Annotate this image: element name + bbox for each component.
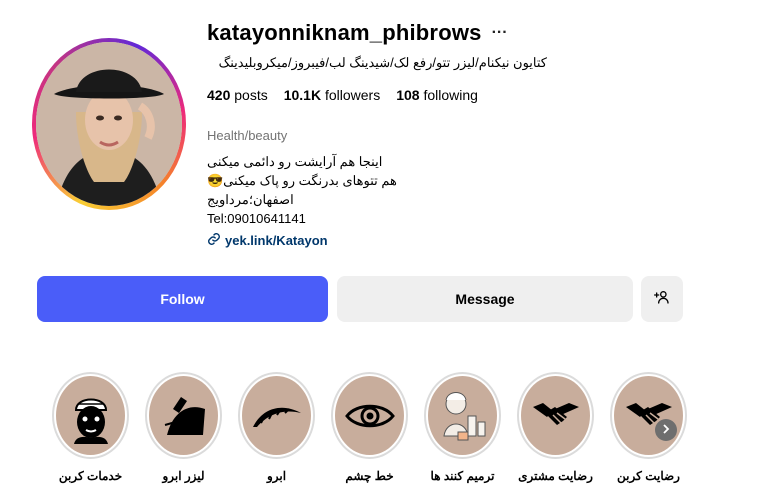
followers-label: followers xyxy=(324,87,381,103)
highlight-label: لیزر ابرو xyxy=(162,469,205,483)
face-mask-icon xyxy=(73,398,108,444)
followers-stat[interactable]: 10.1K followers xyxy=(284,87,381,103)
following-stat[interactable]: 108 following xyxy=(396,87,478,103)
eyebrow-icon xyxy=(252,407,301,427)
avatar[interactable] xyxy=(36,42,182,206)
highlight-item[interactable]: رضایت مشتری xyxy=(515,372,596,483)
add-user-button[interactable] xyxy=(641,276,683,322)
highlight-ring xyxy=(238,372,315,459)
avatar-photo-illustration xyxy=(36,42,182,206)
eye-icon xyxy=(344,404,395,427)
chevron-right-icon xyxy=(661,421,671,439)
highlight-cover xyxy=(242,376,311,455)
highlight-label: ترمیم کنند ها xyxy=(430,469,495,483)
laser-brow-icon xyxy=(164,396,205,435)
highlight-item[interactable]: خط چشم xyxy=(329,372,410,483)
profile-avatar-ring[interactable] xyxy=(32,38,186,210)
highlight-cover xyxy=(521,376,590,455)
highlight-label: رضایت کربن xyxy=(617,469,680,483)
username-row: katayonniknam_phibrows ··· xyxy=(207,18,508,48)
message-button[interactable]: Message xyxy=(337,276,633,322)
highlight-item[interactable]: ترمیم کنند ها xyxy=(422,372,503,483)
highlight-label: رضایت مشتری xyxy=(518,469,593,483)
username: katayonniknam_phibrows xyxy=(207,20,482,45)
following-count: 108 xyxy=(396,87,420,103)
category-label: Health/beauty xyxy=(207,128,288,143)
link-text: yek.link/Katayon xyxy=(225,233,328,248)
highlight-cover xyxy=(56,376,125,455)
bio-link[interactable]: yek.link/Katayon xyxy=(207,232,328,249)
full-name: کتایون نیکنام/لیزر تتو/رفع لک/شیدینگ لب/… xyxy=(218,55,547,70)
highlight-label: خط چشم xyxy=(345,469,394,483)
bio-line: اصفهان؛مرداویج xyxy=(207,192,294,207)
cream-products-icon xyxy=(442,391,485,440)
highlight-ring xyxy=(424,372,501,459)
highlight-ring xyxy=(610,372,687,459)
bio-phone: Tel:09010641141 xyxy=(207,211,306,226)
highlight-cover xyxy=(614,376,683,455)
posts-stat[interactable]: 420 posts xyxy=(207,87,268,103)
highlight-item[interactable]: لیزر ابرو xyxy=(143,372,224,483)
highlight-cover xyxy=(335,376,404,455)
more-dots-icon[interactable]: ··· xyxy=(492,25,508,41)
highlight-label: ابرو xyxy=(266,469,287,483)
highlight-ring xyxy=(145,372,222,459)
handshake-icon xyxy=(532,402,579,426)
highlights-next-button[interactable] xyxy=(655,419,677,441)
bio-line: اینجا هم آرایشت رو دائمی میکنی xyxy=(207,154,383,169)
highlight-item[interactable]: خدمات کربن xyxy=(50,372,131,483)
posts-label: posts xyxy=(234,87,268,103)
highlight-cover xyxy=(149,376,218,455)
highlight-item[interactable]: ابرو xyxy=(236,372,317,483)
bio: اینجا هم آرایشت رو دائمی میکنی هم تتوهای… xyxy=(207,152,402,228)
following-label: following xyxy=(423,87,478,103)
profile-stats: 420 posts 10.1K followers 108 following xyxy=(207,87,478,103)
highlight-ring xyxy=(517,372,594,459)
followers-count: 10.1K xyxy=(283,87,322,103)
add-user-icon xyxy=(654,289,670,310)
link-icon xyxy=(207,232,221,249)
follow-button[interactable]: Follow xyxy=(37,276,328,322)
highlight-ring xyxy=(331,372,408,459)
posts-count: 420 xyxy=(207,87,231,103)
highlight-cover xyxy=(428,376,497,455)
highlight-label: خدمات کربن xyxy=(58,469,123,483)
bio-line: هم تتوهای بدرنگت رو پاک میکنی😎 xyxy=(207,173,397,188)
highlight-ring xyxy=(52,372,129,459)
story-highlights: خدمات کربن لیزر ابرو ابرو خط چشم ترمیم ک… xyxy=(50,372,689,483)
